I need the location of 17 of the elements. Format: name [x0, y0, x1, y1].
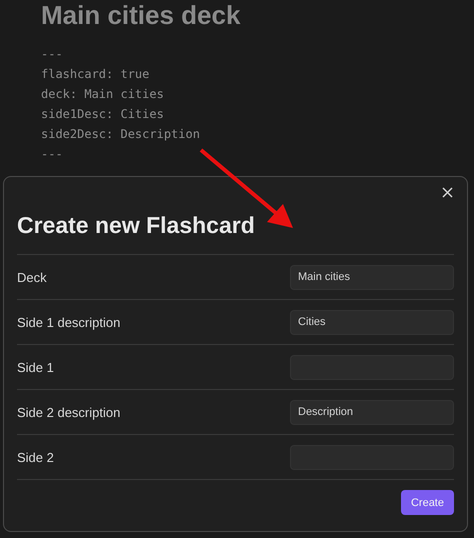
field-label: Side 2 — [17, 450, 54, 464]
create-button[interactable]: Create — [400, 490, 454, 515]
close-icon[interactable] — [442, 187, 453, 198]
field-label: Deck — [17, 270, 47, 284]
input-field[interactable]: Main cities — [290, 264, 454, 290]
note-title: Main cities deck — [41, 0, 242, 30]
input-field[interactable]: Description — [290, 400, 454, 424]
frontmatter-line: flashcard: true — [41, 66, 150, 83]
field-label: Side 2 description — [17, 404, 120, 420]
frontmatter-line: --- — [41, 46, 64, 63]
frontmatter-line: side1Desc: Cities — [41, 106, 165, 123]
frontmatter-line: deck: Main cities — [41, 86, 165, 103]
field-label: Side 1 — [17, 360, 54, 374]
frontmatter-line: --- — [41, 146, 64, 163]
frontmatter-line: side2Desc: Description — [41, 126, 201, 143]
field-label: Side 1 description — [17, 314, 120, 330]
input-field[interactable]: Cities — [290, 310, 454, 334]
